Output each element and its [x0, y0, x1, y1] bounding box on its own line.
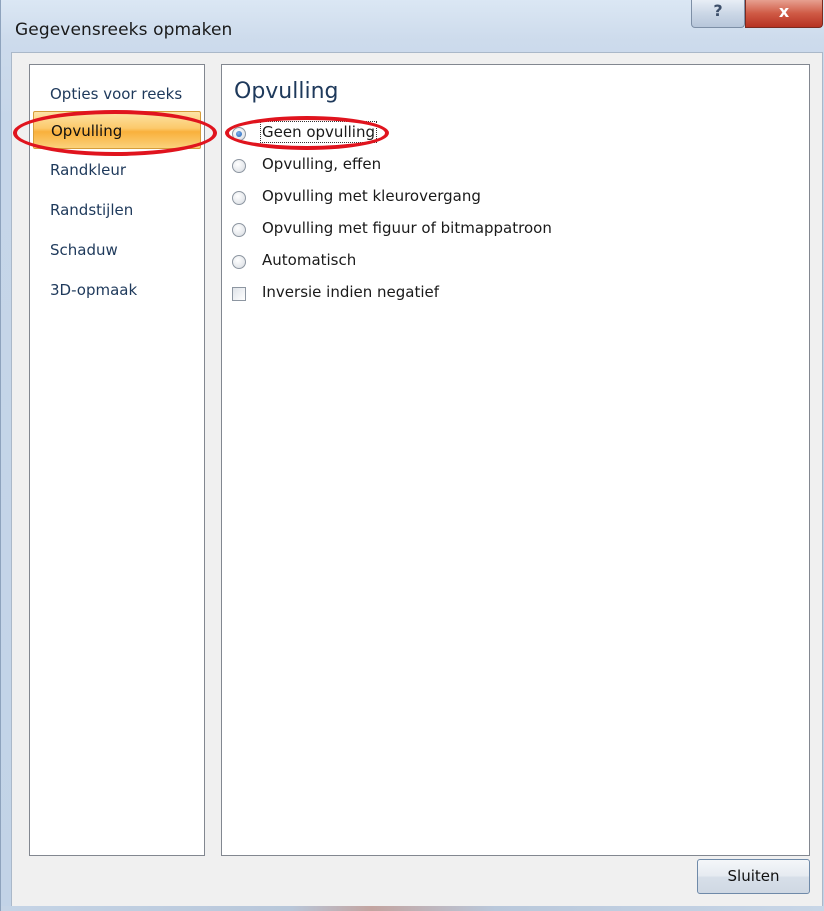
checkbox[interactable]	[232, 287, 246, 301]
close-window-button[interactable]: x	[745, 0, 823, 28]
close-icon: x	[778, 2, 790, 21]
radio-button[interactable]	[232, 223, 246, 237]
nav-item-border-styles[interactable]: Randstijlen	[33, 191, 201, 229]
nav-item-border-color[interactable]: Randkleur	[33, 151, 201, 189]
title-bar[interactable]: Gegevensreeks opmaken ? x	[1, 0, 824, 58]
nav-item-shadow[interactable]: Schaduw	[33, 231, 201, 269]
format-data-series-dialog: Gegevensreeks opmaken ? x Opties voor re…	[0, 0, 824, 911]
bottom-edge	[1, 906, 824, 911]
close-button[interactable]: Sluiten	[697, 859, 810, 894]
radio-button[interactable]	[232, 159, 246, 173]
highlight-annotation-sidebar	[13, 110, 217, 156]
option-label: Opvulling met kleurovergang	[262, 187, 481, 205]
option-label: Inversie indien negatief	[262, 283, 440, 301]
option-label: Automatisch	[262, 251, 357, 269]
help-button[interactable]: ?	[691, 0, 745, 28]
dialog-title: Gegevensreeks opmaken	[15, 20, 233, 40]
category-list: Opties voor reeks Opvulling Randkleur Ra…	[29, 64, 205, 856]
highlight-annotation-option	[225, 116, 389, 150]
option-label: Opvulling, effen	[262, 155, 382, 173]
option-label: Opvulling met figuur of bitmappatroon	[262, 219, 552, 237]
radio-button[interactable]	[232, 255, 246, 269]
help-icon: ?	[713, 1, 723, 20]
options-panel: Opvulling Geen opvulling Opvulling, effe…	[221, 64, 810, 856]
radio-button[interactable]	[232, 191, 246, 205]
nav-item-series-options[interactable]: Opties voor reeks	[33, 75, 201, 113]
panel-title: Opvulling	[234, 79, 339, 104]
nav-item-3d-format[interactable]: 3D-opmaak	[33, 271, 201, 309]
